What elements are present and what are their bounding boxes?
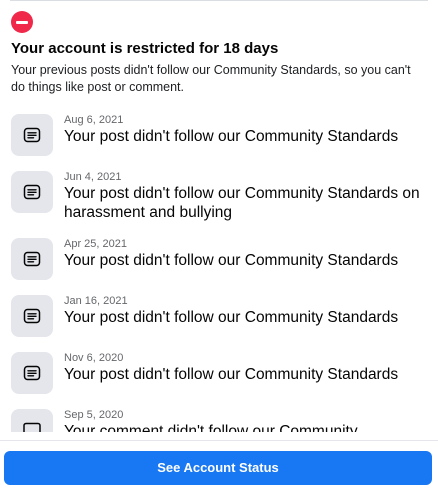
violation-item[interactable]: Jan 16, 2021 Your post didn't follow our… <box>0 289 438 346</box>
violation-text: Your comment didn't follow our Community <box>64 423 358 432</box>
top-divider <box>10 0 428 1</box>
post-icon <box>11 171 53 213</box>
see-account-status-button[interactable]: See Account Status <box>4 451 432 485</box>
violation-item[interactable]: Aug 6, 2021 Your post didn't follow our … <box>0 108 438 165</box>
comment-icon <box>11 409 53 432</box>
post-icon <box>11 295 53 337</box>
violation-date: Aug 6, 2021 <box>64 114 124 126</box>
footer-divider <box>0 440 438 441</box>
violation-text: Your post didn't follow our Community St… <box>64 252 399 269</box>
violation-text: Your post didn't follow our Community St… <box>64 309 399 326</box>
violation-item[interactable]: Jun 4, 2021 Your post didn't follow our … <box>0 165 438 232</box>
violation-item[interactable]: Nov 6, 2020 Your post didn't follow our … <box>0 346 438 403</box>
restricted-icon <box>11 11 33 33</box>
post-icon <box>11 114 53 156</box>
violation-date: Jan 16, 2021 <box>64 295 128 307</box>
violation-list: Aug 6, 2021 Your post didn't follow our … <box>0 108 438 432</box>
violation-item[interactable]: Apr 25, 2021 Your post didn't follow our… <box>0 232 438 289</box>
post-icon <box>11 238 53 280</box>
violation-date: Apr 25, 2021 <box>64 238 127 250</box>
violation-date: Sep 5, 2020 <box>64 409 124 421</box>
violation-text: Your post didn't follow our Community St… <box>64 366 399 383</box>
violation-text: Your post didn't follow our Community St… <box>64 185 420 221</box>
violation-item[interactable]: Sep 5, 2020 Your comment didn't follow o… <box>0 403 438 432</box>
post-icon <box>11 352 53 394</box>
violation-text: Your post didn't follow our Community St… <box>64 128 399 145</box>
restriction-title: Your account is restricted for 18 days <box>11 40 279 57</box>
violation-date: Nov 6, 2020 <box>64 352 124 364</box>
violation-date: Jun 4, 2021 <box>64 171 122 183</box>
account-restriction-screen: Your account is restricted for 18 days Y… <box>0 0 438 500</box>
restriction-description: Your previous posts didn't follow our Co… <box>11 63 411 94</box>
